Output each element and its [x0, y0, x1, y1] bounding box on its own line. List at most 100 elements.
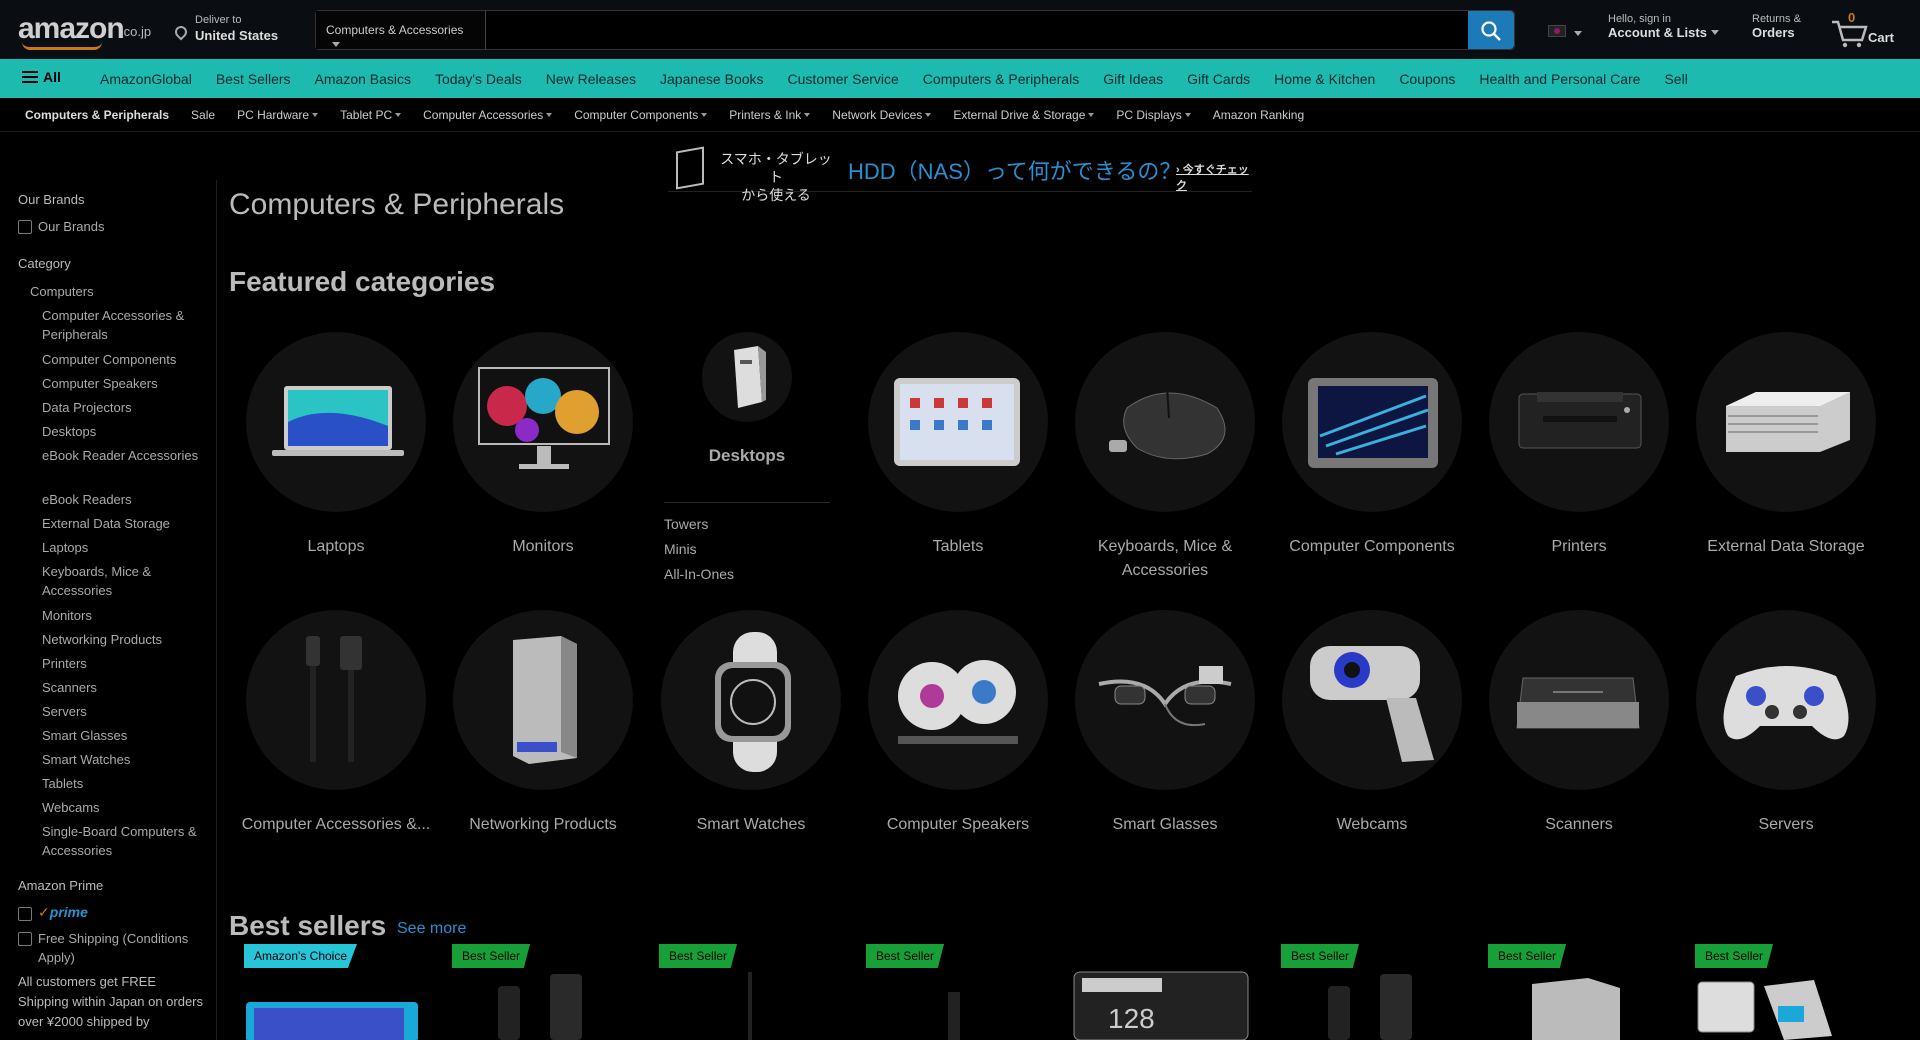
category-item[interactable]: Webcams — [42, 798, 212, 817]
product-card-2-image[interactable] — [490, 972, 590, 1040]
our-brands-checkbox[interactable] — [18, 220, 32, 234]
orders-label: Orders — [1752, 25, 1795, 40]
product-card-5-image[interactable]: 128 — [1072, 970, 1250, 1040]
category-item[interactable]: Computer Components — [42, 350, 212, 369]
chevron-down-icon — [332, 42, 340, 48]
nav-item-computers[interactable]: Computers & Peripherals — [911, 71, 1091, 87]
chevron-down-icon — [312, 113, 319, 118]
hamburger-icon — [22, 71, 38, 83]
subnav-computer-accessories[interactable]: Computer Accessories — [423, 108, 553, 122]
category-label: Laptops — [307, 538, 365, 555]
product-card-6-image[interactable] — [1320, 972, 1420, 1040]
product-card-8-image[interactable] — [1694, 976, 1834, 1040]
nav-item-amazon-basics[interactable]: Amazon Basics — [303, 71, 423, 87]
subnav-sale[interactable]: Sale — [191, 108, 215, 122]
best-sellers-heading: Best sellers — [229, 910, 387, 941]
nav-item-gift-cards[interactable]: Gift Cards — [1175, 71, 1262, 87]
flag-icon — [1548, 25, 1566, 37]
category-item[interactable]: Smart Glasses — [42, 726, 212, 745]
category-desktops[interactable]: Desktops — [664, 446, 830, 466]
prime-checkbox[interactable] — [18, 907, 32, 921]
nav-item-home-kitchen[interactable]: Home & Kitchen — [1262, 71, 1387, 87]
product-card-3-image[interactable] — [740, 972, 760, 1040]
all-menu-button[interactable]: All — [22, 69, 61, 85]
banner-headline: HDD（NAS）って何ができるの？ — [848, 159, 1182, 184]
category-label: Webcams — [1336, 816, 1408, 833]
our-brands-option[interactable]: Our Brands — [38, 217, 104, 236]
subnav-amazon-ranking[interactable]: Amazon Ranking — [1213, 108, 1304, 122]
search-category-select[interactable]: Computers & Accessories — [316, 11, 486, 49]
category-item[interactable]: Keyboards, Mice & Accessories — [42, 562, 212, 600]
banner-cta-link[interactable]: › 今すぐチェック — [1176, 161, 1252, 193]
category-label: Computer Speakers — [886, 816, 1030, 833]
nav-item-todays-deals[interactable]: Today's Deals — [423, 71, 534, 87]
category-item[interactable]: Monitors — [42, 606, 212, 625]
free-shipping-checkbox[interactable] — [18, 932, 32, 946]
search-button[interactable] — [1468, 11, 1514, 49]
category-item[interactable]: Tablets — [42, 774, 212, 793]
category-item[interactable]: Printers — [42, 654, 212, 673]
subnav-external-drive[interactable]: External Drive & Storage — [953, 108, 1095, 122]
product-card-4-image[interactable] — [944, 972, 964, 1040]
category-item[interactable]: Smart Watches — [42, 750, 212, 769]
promo-banner[interactable]: スマホ・タブレット から使える HDD（NAS）って何ができるの？ › 今すぐチェ… — [668, 146, 1252, 203]
nav-item-gift-ideas[interactable]: Gift Ideas — [1091, 71, 1175, 87]
category-item[interactable]: Computer Speakers — [42, 374, 212, 393]
chevron-down-icon — [1574, 31, 1582, 36]
category-item[interactable]: Single-Board Computers & Accessories — [42, 822, 212, 860]
amazons-choice-badge: Amazon's Choice — [244, 944, 357, 968]
ssd-image — [1308, 378, 1438, 468]
language-selector[interactable] — [1548, 22, 1588, 42]
nav-item-best-sellers[interactable]: Best Sellers — [204, 71, 303, 87]
category-item[interactable]: Laptops — [42, 538, 212, 557]
nav-item-sell[interactable]: Sell — [1652, 71, 1699, 87]
see-more-link[interactable]: See more — [397, 920, 466, 938]
subnav-computer-components[interactable]: Computer Components — [574, 108, 708, 122]
laptop-image — [272, 386, 404, 456]
subnav-pc-displays[interactable]: PC Displays — [1116, 108, 1191, 122]
desktops-sub-minis[interactable]: Minis — [664, 541, 697, 557]
subnav-tablet-pc[interactable]: Tablet PC — [340, 108, 402, 122]
product-card-1-image[interactable] — [244, 1000, 420, 1040]
subnav-network-devices[interactable]: Network Devices — [832, 108, 932, 122]
category-item[interactable]: eBook Readers — [42, 490, 212, 509]
nav-item-health[interactable]: Health and Personal Care — [1467, 71, 1652, 87]
category-item[interactable]: Networking Products — [42, 630, 212, 649]
best-seller-badge: Best Seller — [866, 944, 945, 968]
subnav-printers-ink[interactable]: Printers & Ink — [729, 108, 811, 122]
prime-logo[interactable]: ✓prime — [38, 904, 88, 921]
deliver-to[interactable]: Deliver to United States — [172, 12, 285, 46]
subnav-pc-hardware[interactable]: PC Hardware — [237, 108, 319, 122]
nav-item-amazonglobal[interactable]: AmazonGlobal — [88, 71, 204, 87]
category-item[interactable]: Computer Accessories & Peripherals — [42, 306, 212, 344]
search-input[interactable] — [487, 11, 1467, 49]
nav-item-customer-service[interactable]: Customer Service — [776, 71, 911, 87]
amazon-logo[interactable]: amazon .co.jp — [18, 10, 158, 50]
cart-button[interactable]: 0 Cart — [1830, 10, 1910, 50]
printer-image — [1518, 392, 1642, 449]
product-card-7-image[interactable] — [1528, 974, 1624, 1040]
category-item[interactable]: Desktops — [42, 422, 212, 441]
best-seller-badge: Best Seller — [452, 944, 531, 968]
nav-item-japanese-books[interactable]: Japanese Books — [648, 71, 776, 87]
category-item[interactable]: Scanners — [42, 678, 212, 697]
category-item[interactable]: External Data Storage — [42, 514, 212, 533]
account-lists[interactable]: Hello, sign in Account & Lists — [1608, 13, 1728, 47]
subnav-computers[interactable]: Computers & Peripherals — [25, 108, 169, 122]
best-seller-badge: Best Seller — [659, 944, 738, 968]
webcam-image — [1310, 646, 1434, 762]
account-greeting: Hello, sign in — [1608, 13, 1671, 25]
category-computers[interactable]: Computers — [30, 282, 200, 301]
nav-item-new-releases[interactable]: New Releases — [534, 71, 648, 87]
best-seller-badge: Best Seller — [1695, 944, 1774, 968]
category-item[interactable]: eBook Reader Accessories — [42, 446, 212, 465]
chevron-down-icon — [1184, 113, 1191, 118]
search-category-label: Computers & Accessories — [326, 23, 464, 37]
returns-orders[interactable]: Returns & Orders — [1752, 13, 1822, 47]
category-item[interactable]: Data Projectors — [42, 398, 212, 417]
category-item[interactable]: Servers — [42, 702, 212, 721]
desktops-sub-towers[interactable]: Towers — [664, 516, 708, 532]
free-shipping-option[interactable]: Free Shipping (Conditions Apply) — [38, 929, 208, 967]
nav-item-coupons[interactable]: Coupons — [1387, 71, 1467, 87]
desktops-sub-all-in-ones[interactable]: All-In-Ones — [664, 566, 734, 582]
